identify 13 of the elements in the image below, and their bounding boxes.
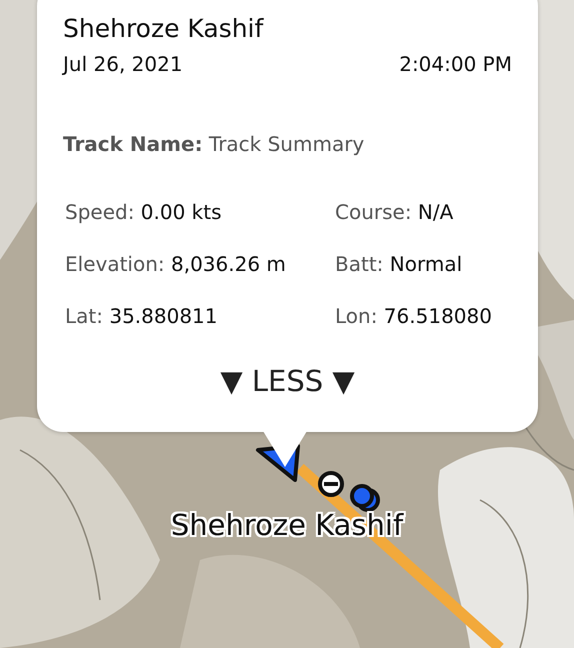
field-text: Batt: Normal [335, 251, 464, 277]
field-text: Course: N/A [335, 199, 454, 225]
date-text: Jul 26, 2021 [63, 51, 183, 78]
field-text: Speed: 0.00 kts [65, 199, 223, 225]
minus-icon [318, 471, 344, 497]
time-text: 2:04:00 PM [399, 51, 512, 78]
popup-title: Shehroze Kashif [63, 13, 265, 45]
field-text: Lat: 35.880811 [65, 303, 218, 329]
less-button[interactable]: ▼ LESS ▼ [220, 363, 355, 399]
point-icon [350, 484, 380, 512]
track-name: Track Name: Track Summary [63, 132, 366, 156]
field-text: Elevation: 8,036.26 m [65, 251, 287, 277]
field-text: Lon: 76.518080 [335, 303, 493, 329]
